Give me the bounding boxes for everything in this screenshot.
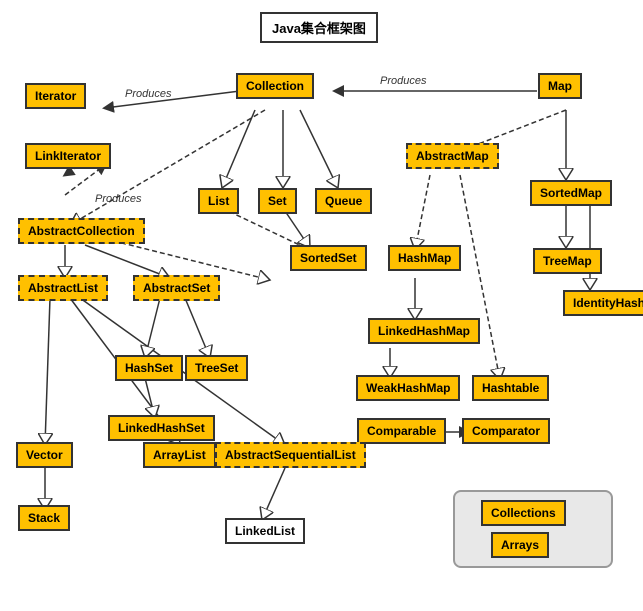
node-linkiterator: LinkIterator — [25, 143, 111, 169]
node-queue: Queue — [315, 188, 372, 214]
node-comparable: Comparable — [357, 418, 446, 444]
label-produces-1: Produces — [125, 88, 171, 100]
node-hashset: HashSet — [115, 355, 183, 381]
node-arraylist: ArrayList — [143, 442, 216, 468]
node-hashtable: Hashtable — [472, 375, 549, 401]
node-linkedlist: LinkedList — [225, 518, 305, 544]
node-set: Set — [258, 188, 297, 214]
node-sortedmap: SortedMap — [530, 180, 612, 206]
node-treeset: TreeSet — [185, 355, 248, 381]
node-comparator: Comparator — [462, 418, 550, 444]
legend-arrays: Arrays — [491, 532, 549, 558]
legend-collections: Collections — [481, 500, 566, 526]
node-treemap: TreeMap — [533, 248, 602, 274]
label-produces-3: Produces — [95, 193, 141, 205]
node-map: Map — [538, 73, 582, 99]
title: Java集合框架图 — [260, 12, 378, 43]
legend-box: Collections Arrays — [453, 490, 613, 568]
node-iterator: Iterator — [25, 83, 86, 109]
label-produces-2: Produces — [380, 75, 426, 87]
node-abstractcollection: AbstractCollection — [18, 218, 145, 244]
node-abstractlist: AbstractList — [18, 275, 108, 301]
node-abstractsequentiallist: AbstractSequentialList — [215, 442, 366, 468]
node-collection: Collection — [236, 73, 314, 99]
node-linkedhashmap: LinkedHashMap — [368, 318, 480, 344]
node-abstractset: AbstractSet — [133, 275, 220, 301]
node-list: List — [198, 188, 239, 214]
node-hashmap: HashMap — [388, 245, 461, 271]
node-stack: Stack — [18, 505, 70, 531]
node-sortedset: SortedSet — [290, 245, 367, 271]
node-linkedhashset: LinkedHashSet — [108, 415, 215, 441]
node-vector: Vector — [16, 442, 73, 468]
node-identityhashmap: IdentityHashMap — [563, 290, 643, 316]
node-abstractmap: AbstractMap — [406, 143, 499, 169]
node-weakhashmap: WeakHashMap — [356, 375, 460, 401]
title-text: Java集合框架图 — [272, 21, 366, 36]
